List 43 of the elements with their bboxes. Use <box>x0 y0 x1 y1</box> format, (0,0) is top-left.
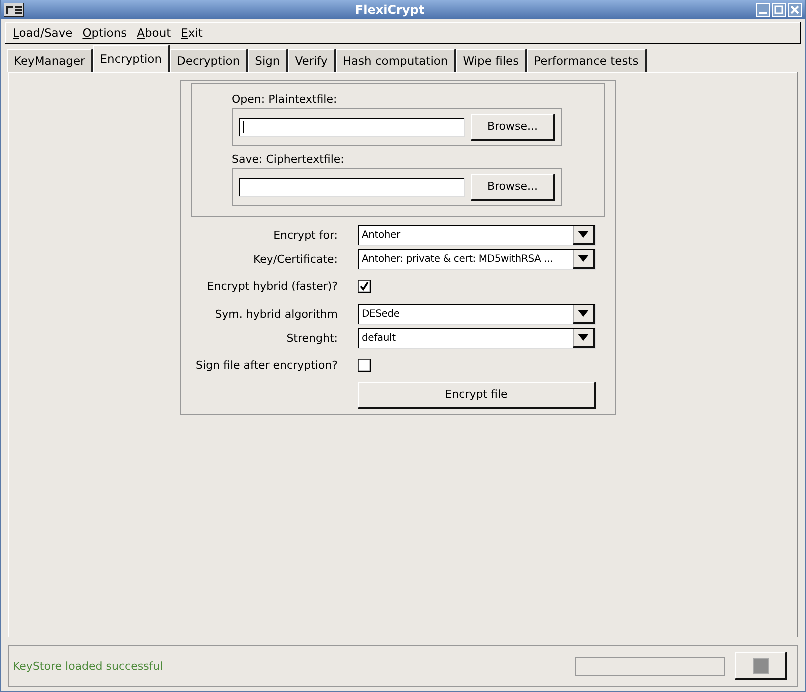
file-path-field[interactable] <box>239 118 466 136</box>
dropdown[interactable]: DESede <box>358 304 596 324</box>
tab[interactable]: Sign <box>248 49 288 72</box>
checkbox-label: Encrypt hybrid (faster)? <box>206 280 338 293</box>
field-label: Save: Ciphertextfile: <box>232 152 346 168</box>
app-icon[interactable] <box>4 2 24 16</box>
checkbox[interactable] <box>358 280 371 293</box>
stop-button[interactable] <box>735 652 787 680</box>
dropdown-arrow-icon <box>578 334 589 340</box>
tab[interactable]: Encryption <box>93 45 170 72</box>
dropdown[interactable]: Antoher <box>358 224 596 246</box>
tab[interactable]: Wipe files <box>456 49 528 72</box>
tab[interactable]: Decryption <box>170 49 248 72</box>
tab[interactable]: Performance tests <box>527 49 647 72</box>
stop-icon <box>752 658 768 674</box>
field-label: Key/Certificate: <box>252 252 338 266</box>
dropdown[interactable]: default <box>358 328 596 348</box>
tab[interactable]: KeyManager <box>7 49 94 72</box>
checkbox[interactable] <box>358 359 371 372</box>
field-label: Sym. hybrid algorithm <box>214 308 338 320</box>
tab[interactable]: Hash computation <box>336 49 456 72</box>
menu-item[interactable]: About <box>134 26 178 40</box>
dropdown-arrow-icon <box>578 310 589 316</box>
close-icon[interactable] <box>788 2 802 16</box>
menu-item[interactable]: Options <box>80 26 134 40</box>
browse-button[interactable]: Browse... <box>471 174 555 200</box>
encrypt-button[interactable]: Encrypt file <box>358 382 596 408</box>
maximize-icon[interactable] <box>772 2 786 16</box>
dropdown-arrow-icon <box>578 254 589 262</box>
field-label: Encrypt for: <box>272 228 338 242</box>
dropdown-arrow-icon <box>578 230 589 238</box>
file-path-field[interactable] <box>239 178 466 196</box>
menu-item[interactable]: Exit <box>178 26 210 40</box>
browse-button[interactable]: Browse... <box>471 114 555 140</box>
field-label: Strenght: <box>286 332 338 344</box>
menu-item[interactable]: Load/Save <box>10 26 80 40</box>
minimize-icon[interactable] <box>756 2 770 16</box>
field-label: Open: Plaintextfile: <box>232 92 338 108</box>
status-message: KeyStore loaded successful <box>13 660 164 672</box>
tab[interactable]: Verify <box>288 49 336 72</box>
checkbox-label: Sign file after encryption? <box>195 359 338 372</box>
dropdown[interactable]: Antoher: private & cert: MD5withRSA ... <box>358 248 596 270</box>
window-title: FlexiCrypt <box>354 2 426 16</box>
